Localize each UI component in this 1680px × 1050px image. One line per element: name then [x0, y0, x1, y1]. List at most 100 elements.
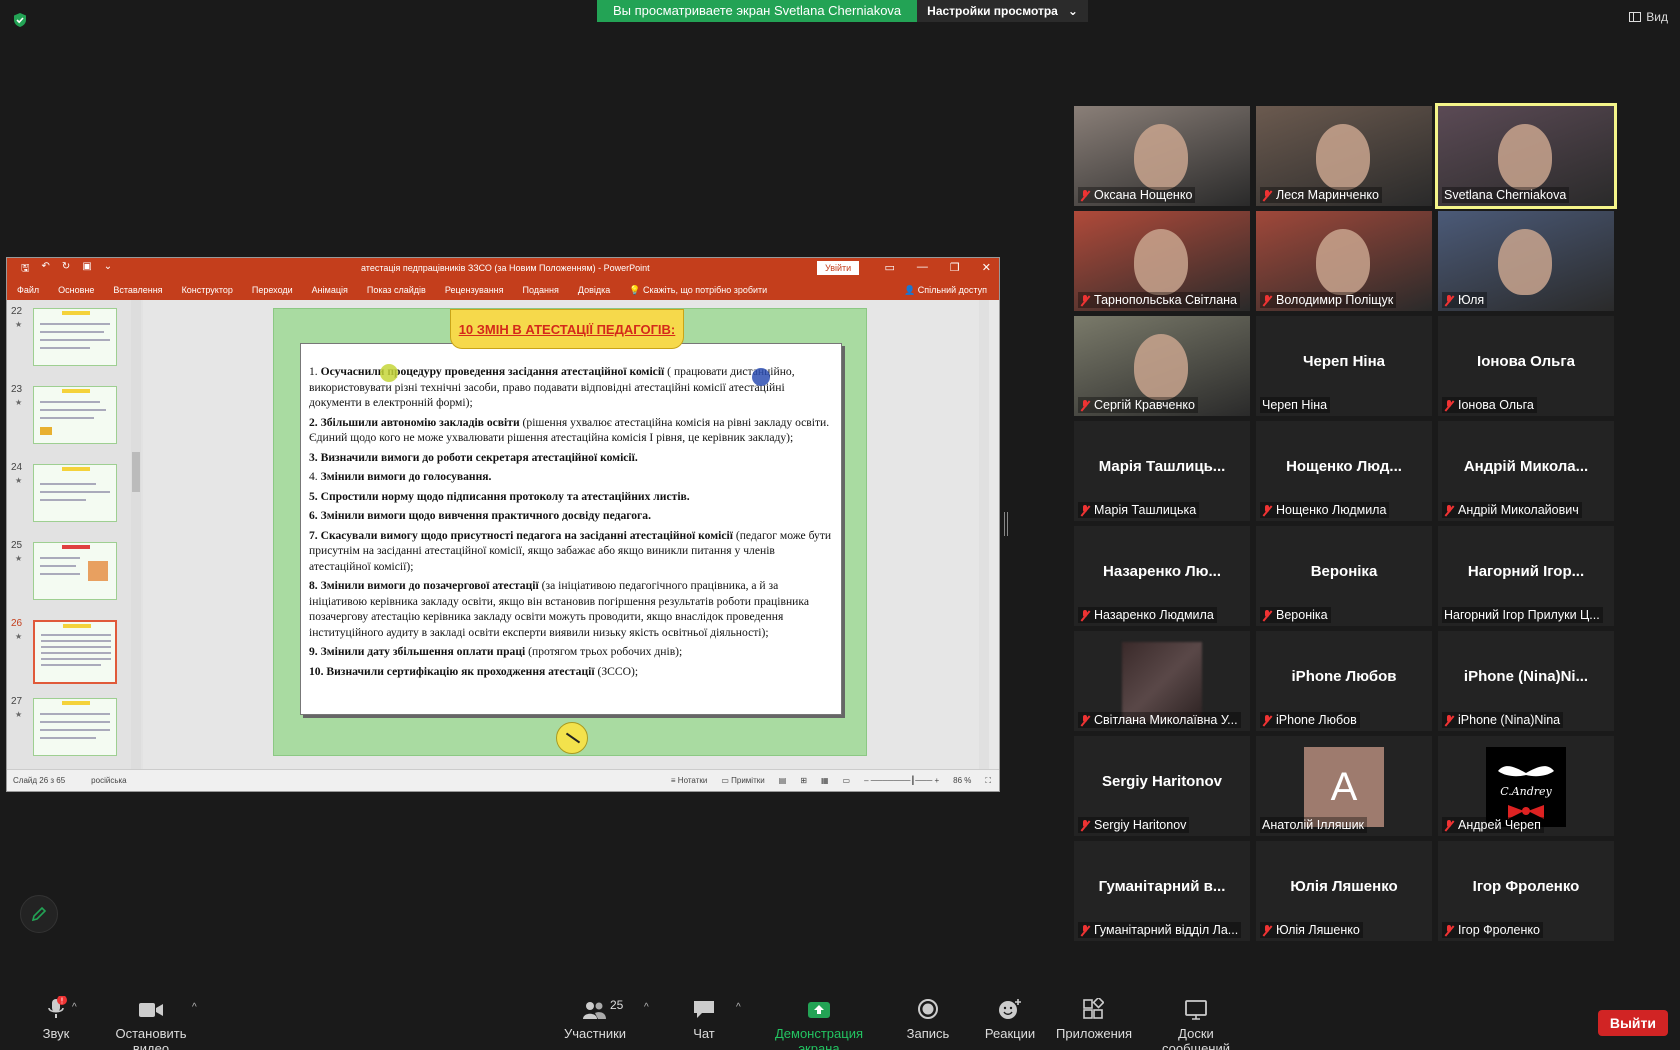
slide-thumbnail[interactable]: 22 ★ — [9, 306, 129, 368]
view-button-label: Вид — [1646, 10, 1668, 24]
participant-name-label: Тарнопольська Світлана — [1078, 292, 1241, 308]
slide-thumbnail[interactable]: 25 ★ — [9, 540, 129, 602]
security-shield-icon[interactable] — [12, 12, 28, 28]
participant-display-name: Іонова Ольга — [1477, 353, 1575, 370]
participant-tile[interactable]: Володимир Поліщук — [1256, 211, 1432, 311]
participant-tile[interactable]: Юля — [1438, 211, 1614, 311]
slide-thumbnail[interactable]: 23 ★ — [9, 384, 129, 446]
thumbnail-scrollbar[interactable] — [131, 300, 141, 769]
whiteboards-button[interactable]: Доски сообщений — [1146, 996, 1246, 1050]
apps-button[interactable]: Приложения — [1056, 996, 1132, 1041]
undo-icon[interactable]: ↶ — [42, 261, 50, 278]
share-screen-button[interactable]: Демонстрация экрана — [754, 996, 884, 1050]
participant-tile[interactable]: Тарнопольська Світлана — [1074, 211, 1250, 311]
participant-tile[interactable]: Ігор Фроленко Ігор Фроленко — [1438, 841, 1614, 941]
tab-file[interactable]: Файл — [17, 285, 39, 295]
chat-options-caret[interactable]: ^ — [736, 1002, 741, 1013]
current-slide[interactable]: 1. Осучаснили процедуру проведення засід… — [273, 308, 867, 756]
zoom-level[interactable]: 86 % — [953, 776, 971, 786]
annotate-button[interactable] — [20, 895, 58, 933]
slide-thumbnail-image[interactable] — [33, 542, 117, 600]
participant-tile[interactable]: Леся Маринченко — [1256, 106, 1432, 206]
participant-tile[interactable]: Назаренко Лю... Назаренко Людмила — [1074, 526, 1250, 626]
participant-tile[interactable]: Нагорний Ігор... Нагорний Ігор Прилуки Ц.… — [1438, 526, 1614, 626]
tab-review[interactable]: Рецензування — [445, 285, 504, 295]
participant-name: Нагорний Ігор Прилуки Ц... — [1444, 608, 1600, 622]
tab-view[interactable]: Подання — [523, 285, 559, 295]
language-status[interactable]: російська — [91, 776, 126, 785]
slide-thumbnail-image[interactable] — [33, 386, 117, 444]
slide-thumbnail-image[interactable] — [33, 698, 117, 756]
tab-home[interactable]: Основне — [58, 285, 94, 295]
normal-view-icon[interactable]: ▤ — [779, 776, 787, 786]
participant-tile[interactable]: Гуманітарний в... Гуманітарний відділ Ла.… — [1074, 841, 1250, 941]
participant-tile[interactable]: Вероніка Вероніка — [1256, 526, 1432, 626]
view-button[interactable]: Вид — [1629, 10, 1668, 24]
redo-icon[interactable]: ↻ — [62, 261, 70, 278]
participant-tile[interactable]: iPhone Любов iPhone Любов — [1256, 631, 1432, 731]
slide-sorter-icon[interactable]: ⊞ — [800, 776, 807, 786]
present-icon[interactable]: ▣ — [82, 261, 91, 278]
participant-tile[interactable]: iPhone (Nina)Ni... iPhone (Nina)Nina — [1438, 631, 1614, 731]
participant-tile[interactable]: Сергій Кравченко — [1074, 316, 1250, 416]
slide-thumbnail-selected[interactable]: 26 ★ — [9, 618, 129, 684]
participant-tile[interactable]: Svetlana Cherniakova — [1435, 103, 1617, 209]
slide-thumbnail[interactable]: 24 ★ — [9, 462, 129, 524]
participant-tile[interactable]: Іонова Ольга Іонова Ольга — [1438, 316, 1614, 416]
notes-button[interactable]: ≡ Нотатки — [671, 776, 707, 786]
slide-thumbnail-image[interactable] — [33, 464, 117, 522]
muted-microphone-icon — [1262, 294, 1272, 306]
participant-tile[interactable]: Sergiy Haritonov Sergiy Haritonov — [1074, 736, 1250, 836]
participant-tile[interactable]: Нощенко Люд... Нощенко Людмила — [1256, 421, 1432, 521]
customize-toolbar-icon[interactable]: ⌄ — [104, 261, 112, 278]
record-button[interactable]: Запись — [904, 996, 952, 1041]
tab-transitions[interactable]: Переходи — [252, 285, 293, 295]
participant-tile[interactable]: Світлана Миколаївна У... — [1074, 631, 1250, 731]
slide-thumbnail-pane[interactable]: 22 ★ 23 ★ 24 ★ 25 ★ 26 ★ 27 ★ — [7, 300, 143, 769]
close-icon[interactable]: ✕ — [982, 261, 991, 274]
participant-tile[interactable]: A Анатолій Ілляшик — [1256, 736, 1432, 836]
tab-design[interactable]: Конструктор — [182, 285, 233, 295]
audio-options-caret[interactable]: ^ — [72, 1002, 77, 1013]
tab-slideshow[interactable]: Показ слайдів — [367, 285, 426, 295]
stop-video-button[interactable]: ^ Остановить видео — [96, 996, 206, 1050]
fit-slide-icon[interactable]: ⛶ — [985, 776, 991, 786]
minimize-icon[interactable]: — — [917, 261, 928, 274]
slideshow-view-icon[interactable]: ▭ — [843, 776, 851, 786]
slide-thumbnail[interactable]: 27 ★ — [9, 696, 129, 758]
zoom-slider[interactable]: – ───────┃─── + — [864, 776, 939, 786]
chat-button[interactable]: ^ Чат — [686, 996, 741, 1041]
comments-button[interactable]: ▭ Примітки — [721, 776, 764, 786]
tell-me-search[interactable]: 💡 Скажіть, що потрібно зробити — [629, 285, 767, 296]
video-options-caret[interactable]: ^ — [192, 1002, 197, 1013]
maximize-icon[interactable]: ❐ — [950, 261, 960, 274]
tab-help[interactable]: Довідка — [578, 285, 610, 295]
participant-tile[interactable]: Андрій Микола... Андрій Миколайович — [1438, 421, 1614, 521]
muted-microphone-icon — [1080, 294, 1090, 306]
thumbnail-scroll-thumb[interactable] — [132, 452, 140, 492]
slide-thumbnail-image[interactable] — [33, 308, 117, 366]
save-icon[interactable]: 🖫 — [21, 261, 30, 278]
participant-tile[interactable]: Юлія Ляшенко Юлія Ляшенко — [1256, 841, 1432, 941]
slide-thumbnail-image[interactable] — [33, 620, 117, 684]
ppt-title-bar: 🖫 ↶ ↻ ▣ ⌄ атестація педпрацівників ЗЗСО … — [7, 258, 999, 280]
leave-meeting-button[interactable]: Выйти — [1597, 1010, 1668, 1036]
slide-editing-canvas[interactable]: 1. Осучаснили процедуру проведення засід… — [143, 300, 989, 769]
reading-view-icon[interactable]: ▦ — [821, 776, 829, 786]
tab-animations[interactable]: Анімація — [312, 285, 348, 295]
split-resize-handle[interactable] — [1004, 512, 1008, 536]
participants-button[interactable]: 25 ^ Участники — [562, 996, 649, 1041]
participants-options-caret[interactable]: ^ — [644, 1002, 649, 1013]
audio-button[interactable]: ! ^ Звук — [30, 996, 82, 1041]
participant-tile[interactable]: Череп Ніна Череп Ніна — [1256, 316, 1432, 416]
participant-tile[interactable]: Марія Ташлиць... Марія Ташлицька — [1074, 421, 1250, 521]
participant-tile[interactable]: C.Andrey Андрей Череп — [1438, 736, 1614, 836]
canvas-scrollbar[interactable] — [979, 300, 989, 769]
reactions-button[interactable]: Реакции — [984, 996, 1036, 1041]
ribbon-display-icon[interactable]: ▭ — [885, 261, 895, 274]
participant-tile[interactable]: Оксана Нощенко — [1074, 106, 1250, 206]
ppt-share-button[interactable]: 👤 Спільний доступ — [904, 285, 987, 296]
tab-insert[interactable]: Вставлення — [113, 285, 162, 295]
view-options-button[interactable]: Настройки просмотра ⌄ — [917, 0, 1088, 22]
sign-in-button[interactable]: Увійти — [817, 261, 860, 275]
